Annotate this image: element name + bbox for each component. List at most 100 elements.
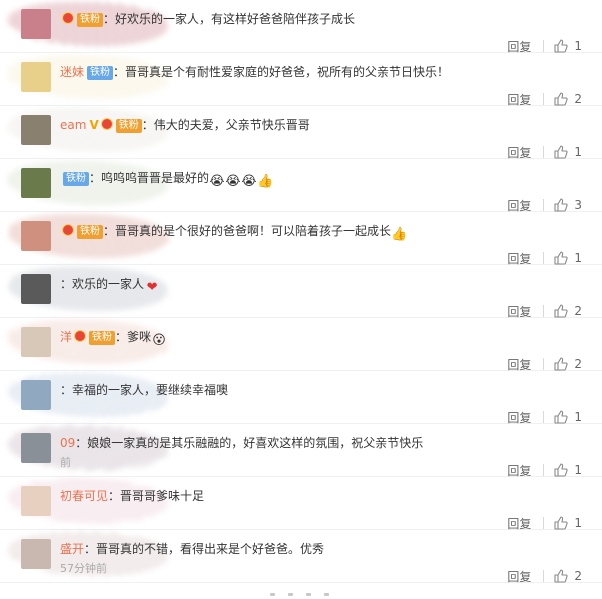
reply-button[interactable]: 回复	[507, 91, 531, 108]
thumbs-up-icon	[554, 198, 568, 212]
comment-item: 铁粉 ：好欢乐的一家人，有这样好爸爸陪伴孩子成长 回复 1	[0, 0, 602, 55]
emoji-group: ❤	[144, 277, 160, 295]
comment-item: 初春可见：晋哥哥爹味十足 回复 1	[0, 477, 602, 531]
avatar[interactable]	[21, 539, 51, 569]
reply-button[interactable]: 回复	[507, 144, 531, 161]
action-divider	[543, 40, 545, 52]
avatar[interactable]	[21, 486, 51, 516]
comment-item: eam V 铁粉 ：伟大的夫爱，父亲节快乐晋哥 回复 1	[0, 106, 602, 161]
comment-list: 铁粉 ：好欢乐的一家人，有这样好爸爸陪伴孩子成长 回复 1 迷妹 铁粉 ：晋哥真是个有…	[0, 0, 602, 584]
fan-badge[interactable]: 铁粉	[77, 13, 103, 27]
comment-text: ：幸福的一家人，要继续幸福噢	[60, 383, 229, 397]
reply-button[interactable]: 回复	[507, 568, 531, 585]
comment-actions: 回复 1	[507, 515, 582, 531]
comment-item: 铁粉 ：呜呜呜晋晋是最好的😭😭😭👍 回复 3	[0, 159, 602, 213]
avatar[interactable]	[21, 9, 51, 39]
avatar[interactable]	[21, 62, 51, 92]
username[interactable]: 盛开	[60, 542, 84, 556]
like-count: 2	[574, 92, 582, 106]
reply-button[interactable]: 回复	[507, 409, 531, 426]
like-button[interactable]: 2	[554, 357, 582, 371]
comment-actions: 回复 2	[507, 91, 582, 107]
comment-time: 前	[60, 456, 71, 469]
like-button[interactable]: 3	[554, 198, 582, 212]
like-button[interactable]: 1	[554, 251, 582, 265]
fan-badge[interactable]: 铁粉	[115, 119, 142, 133]
reply-button[interactable]: 回复	[507, 356, 531, 373]
comment-actions: 回复 1	[507, 250, 582, 266]
like-button[interactable]: 2	[554, 569, 582, 583]
comment-item: 09：娘娘一家真的是其乐融融的，好喜欢这样的氛围，祝父亲节快乐 前 回复 1	[0, 424, 602, 478]
reply-button[interactable]: 回复	[507, 303, 531, 320]
comment-actions: 回复 3	[507, 197, 582, 213]
username[interactable]: 初春可见	[60, 489, 108, 503]
comment-item: ：幸福的一家人，要继续幸福噢 回复 1	[0, 371, 602, 426]
avatar[interactable]	[21, 433, 51, 463]
avatar[interactable]	[21, 327, 51, 357]
thumbs-up-icon	[554, 516, 568, 530]
action-divider	[543, 305, 545, 317]
action-divider	[543, 146, 545, 158]
comment-actions: 回复 1	[507, 462, 582, 478]
like-button[interactable]: 2	[554, 92, 582, 106]
fan-medal-icon	[62, 12, 74, 24]
like-count: 2	[574, 569, 582, 583]
username[interactable]: 09	[60, 436, 75, 450]
avatar[interactable]	[21, 168, 51, 198]
comment-line: 铁粉 ：好欢乐的一家人，有这样好爸爸陪伴孩子成长	[60, 10, 582, 28]
comment-line: ：幸福的一家人，要继续幸福噢	[60, 381, 582, 399]
reply-button[interactable]: 回复	[507, 250, 531, 267]
comment-line: 09：娘娘一家真的是其乐融融的，好喜欢这样的氛围，祝父亲节快乐	[60, 434, 582, 452]
fan-badge[interactable]: 铁粉	[87, 66, 114, 80]
like-button[interactable]: 1	[554, 145, 582, 159]
comment-time: 57分钟前	[60, 562, 107, 575]
comment-actions: 回复 2	[507, 568, 582, 584]
comment-line: eam V 铁粉 ：伟大的夫爱，父亲节快乐晋哥	[60, 116, 582, 134]
comment-text: ：晋哥真的是个很好的爸爸啊！可以陪着孩子一起成长	[103, 224, 392, 238]
thumbs-up-icon	[554, 410, 568, 424]
fan-badge[interactable]: 铁粉	[63, 172, 89, 186]
avatar[interactable]	[21, 380, 51, 410]
emoji-group: 😭😭😭👍	[209, 171, 273, 189]
emoji-icon: 👍	[257, 174, 274, 189]
username[interactable]: 迷妹	[60, 65, 84, 79]
like-button[interactable]: 1	[554, 410, 582, 424]
like-count: 1	[574, 516, 582, 530]
username[interactable]: 洋	[60, 330, 72, 344]
like-count: 3	[574, 198, 582, 212]
thumbs-up-icon	[554, 145, 568, 159]
reply-button[interactable]: 回复	[507, 515, 531, 532]
fan-badge[interactable]: 铁粉	[77, 225, 103, 239]
comment-line: 迷妹 铁粉 ：晋哥真是个有耐性爱家庭的好爸爸，祝所有的父亲节日快乐！	[60, 63, 582, 81]
action-divider	[543, 93, 545, 105]
thumbs-up-icon	[554, 569, 568, 583]
reply-button[interactable]: 回复	[507, 38, 531, 55]
thumbs-up-icon	[554, 304, 568, 318]
avatar[interactable]	[21, 274, 51, 304]
emoji-icon: 😮	[152, 333, 166, 348]
emoji-group: 😮	[151, 330, 167, 348]
like-button[interactable]: 1	[554, 516, 582, 530]
reply-button[interactable]: 回复	[507, 197, 531, 214]
comment-text: ：呜呜呜晋晋是最好的	[89, 171, 210, 185]
like-count: 1	[574, 39, 582, 53]
avatar[interactable]	[21, 115, 51, 145]
like-count: 1	[574, 410, 582, 424]
emoji-icon: 😭	[225, 174, 241, 189]
reply-button[interactable]: 回复	[507, 462, 531, 479]
like-button[interactable]: 1	[554, 39, 582, 53]
username[interactable]: eam	[60, 118, 86, 132]
fan-medal-icon	[62, 224, 74, 236]
like-button[interactable]: 2	[554, 304, 582, 318]
fan-badge[interactable]: 铁粉	[89, 331, 116, 345]
comment-text: ：欢乐的一家人	[60, 277, 145, 291]
comment-line: 盛开：晋哥真的不错，看得出来是个好爸爸。优秀	[60, 540, 582, 558]
avatar[interactable]	[21, 221, 51, 251]
like-button[interactable]: 1	[554, 463, 582, 477]
comment-text: ：晋哥真是个有耐性爱家庭的好爸爸，祝所有的父亲节日快乐！	[113, 65, 450, 79]
verified-v-icon: V	[89, 118, 99, 132]
fan-medal-icon	[74, 330, 87, 342]
emoji-icon: ❤	[146, 280, 158, 295]
emoji-group: 👍	[391, 224, 407, 242]
comment-line: 洋 铁粉 ：爹咪😮	[60, 328, 582, 349]
